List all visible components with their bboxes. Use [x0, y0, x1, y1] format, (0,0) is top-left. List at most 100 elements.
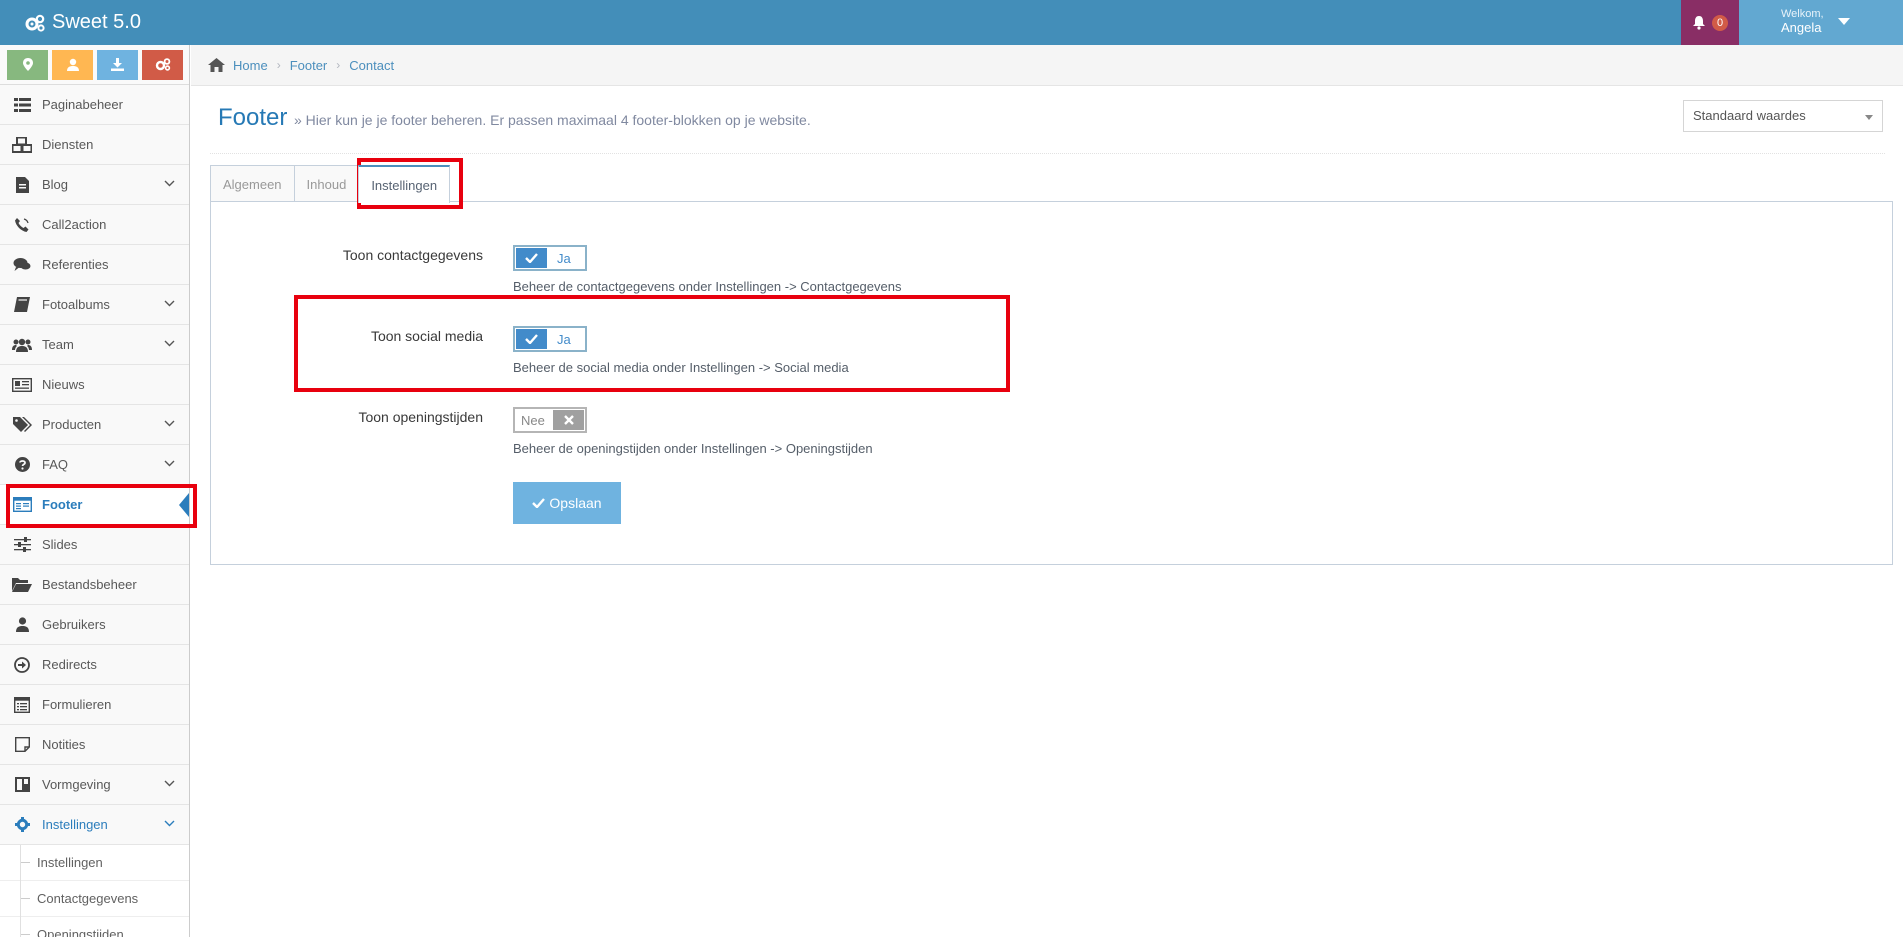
sidebar-item-diensten[interactable]: Diensten — [0, 125, 189, 165]
defaults-select-value: Standaard waardes — [1693, 108, 1806, 123]
sidebar-item-label: Paginabeheer — [42, 97, 123, 112]
toggle-text: Ja — [557, 332, 571, 347]
sidebar-item-blog[interactable]: Blog — [0, 165, 189, 205]
check-icon — [516, 248, 547, 268]
user-menu[interactable]: Welkom, Angela — [1739, 0, 1903, 45]
shortcut-download-button[interactable] — [97, 49, 138, 80]
sidebar-subitem-instellingen[interactable]: Instellingen — [0, 845, 189, 881]
bell-icon — [1693, 16, 1705, 30]
check-icon — [532, 498, 546, 508]
sidebar-item-label: Team — [42, 337, 74, 352]
sidebar-item-call2action[interactable]: Call2action — [0, 205, 189, 245]
sidebar-item-fotoalbums[interactable]: Fotoalbums — [0, 285, 189, 325]
arrow-circle-icon — [12, 655, 32, 675]
map-marker-icon — [22, 58, 33, 71]
sidebar-item-formulieren[interactable]: Formulieren — [0, 685, 189, 725]
sidebar-item-label: Redirects — [42, 657, 97, 672]
users-icon — [12, 335, 32, 355]
sidebar-item-paginabeheer[interactable]: Paginabeheer — [0, 85, 189, 125]
social-help: Beheer de social media onder Instellinge… — [513, 360, 849, 375]
chevron-down-icon — [164, 780, 175, 787]
breadcrumb-contact-link[interactable]: Contact — [349, 58, 394, 73]
sidebar-item-faq[interactable]: FAQ — [0, 445, 189, 485]
sidebar-item-notities[interactable]: Notities — [0, 725, 189, 765]
phone-icon — [12, 215, 32, 235]
tab-inhoud[interactable]: Inhoud — [293, 165, 360, 202]
comments-icon — [12, 255, 32, 275]
user-name: Angela — [1781, 20, 1822, 35]
sidebar-item-gebruikers[interactable]: Gebruikers — [0, 605, 189, 645]
breadcrumb-home-link[interactable]: Home — [233, 58, 268, 73]
breadcrumb: Home › Footer › Contact — [191, 45, 1903, 86]
top-navbar: Sweet 5.0 0 Welkom, Angela — [0, 0, 1903, 45]
sidebar-item-footer[interactable]: Footer — [0, 485, 189, 525]
sidebar-item-redirects[interactable]: Redirects — [0, 645, 189, 685]
sidebar: Paginabeheer Diensten Blog Call2action R… — [0, 45, 190, 937]
sidebar-item-slides[interactable]: Slides — [0, 525, 189, 565]
save-button-label: Opslaan — [549, 495, 602, 511]
brand-logo[interactable]: Sweet 5.0 — [24, 0, 141, 45]
shortcut-settings-button[interactable] — [142, 49, 183, 80]
toggle-text: Ja — [557, 251, 571, 266]
contact-toggle[interactable]: Ja — [513, 245, 587, 271]
gear-icon — [12, 815, 32, 835]
tab-label: Inhoud — [306, 176, 347, 192]
tab-pane-instellingen: Toon contactgegevens Ja Beheer de contac… — [210, 201, 1893, 565]
sidebar-item-label: Nieuws — [42, 377, 85, 392]
sidebar-item-label: Call2action — [42, 217, 107, 232]
tree-dash — [21, 862, 30, 863]
sidebar-item-label: Producten — [42, 417, 102, 432]
sidebar-item-team[interactable]: Team — [0, 325, 189, 365]
social-label: Toon social media — [370, 328, 483, 344]
chevron-down-icon — [164, 460, 175, 467]
close-icon — [553, 410, 584, 430]
shortcut-user-button[interactable] — [52, 49, 93, 80]
sidebar-item-label: Fotoalbums — [42, 297, 110, 312]
question-icon — [12, 455, 32, 475]
tab-bar: Algemeen Inhoud Instellingen — [210, 165, 451, 203]
sidebar-item-label: Formulieren — [42, 697, 112, 712]
notification-badge: 0 — [1712, 14, 1728, 31]
chevron-down-icon — [164, 340, 175, 347]
sidebar-subitem-contactgegevens[interactable]: Contactgegevens — [0, 881, 189, 917]
home-icon — [208, 58, 225, 72]
social-toggle[interactable]: Ja — [513, 326, 587, 352]
caret-down-icon — [1865, 115, 1873, 120]
list-icon — [12, 95, 32, 115]
footer-icon — [12, 495, 32, 515]
sidebar-item-bestandsbeheer[interactable]: Bestandsbeheer — [0, 565, 189, 605]
sticky-note-icon — [12, 735, 32, 755]
user-icon — [12, 615, 32, 635]
sidebar-item-referenties[interactable]: Referenties — [0, 245, 189, 285]
tab-algemeen[interactable]: Algemeen — [210, 165, 295, 202]
download-icon — [111, 58, 124, 71]
tree-dash — [21, 934, 30, 935]
sidebar-subitem-label: Instellingen — [37, 855, 103, 870]
tree-line — [20, 845, 21, 881]
sidebar-item-instellingen[interactable]: Instellingen — [0, 805, 189, 845]
defaults-select[interactable]: Standaard waardes — [1683, 100, 1883, 132]
sidebar-item-label: Referenties — [42, 257, 109, 272]
hours-toggle[interactable]: Nee — [513, 407, 587, 433]
sidebar-nav: Paginabeheer Diensten Blog Call2action R… — [0, 85, 189, 937]
page-title: Footer — [218, 104, 288, 131]
active-indicator — [179, 493, 189, 517]
user-icon — [66, 58, 79, 71]
sidebar-item-nieuws[interactable]: Nieuws — [0, 365, 189, 405]
layout-icon — [12, 775, 32, 795]
sidebar-item-label: Bestandsbeheer — [42, 577, 137, 592]
breadcrumb-footer-link[interactable]: Footer — [290, 58, 328, 73]
chevron-right-icon: › — [336, 58, 341, 72]
caret-down-icon — [1838, 18, 1850, 25]
sidebar-item-vormgeving[interactable]: Vormgeving — [0, 765, 189, 805]
save-button[interactable]: Opslaan — [513, 482, 621, 524]
sidebar-item-producten[interactable]: Producten — [0, 405, 189, 445]
cogs-icon — [25, 14, 45, 32]
tab-label: Algemeen — [223, 176, 282, 192]
sidebar-subitem-openingstijden[interactable]: Openingstijden — [0, 917, 189, 937]
shortcut-map-button[interactable] — [7, 49, 48, 80]
cogs-icon — [155, 58, 170, 71]
notifications-button[interactable]: 0 — [1681, 0, 1739, 45]
tab-instellingen[interactable]: Instellingen — [358, 165, 451, 203]
sidebar-item-label: Footer — [42, 497, 83, 512]
